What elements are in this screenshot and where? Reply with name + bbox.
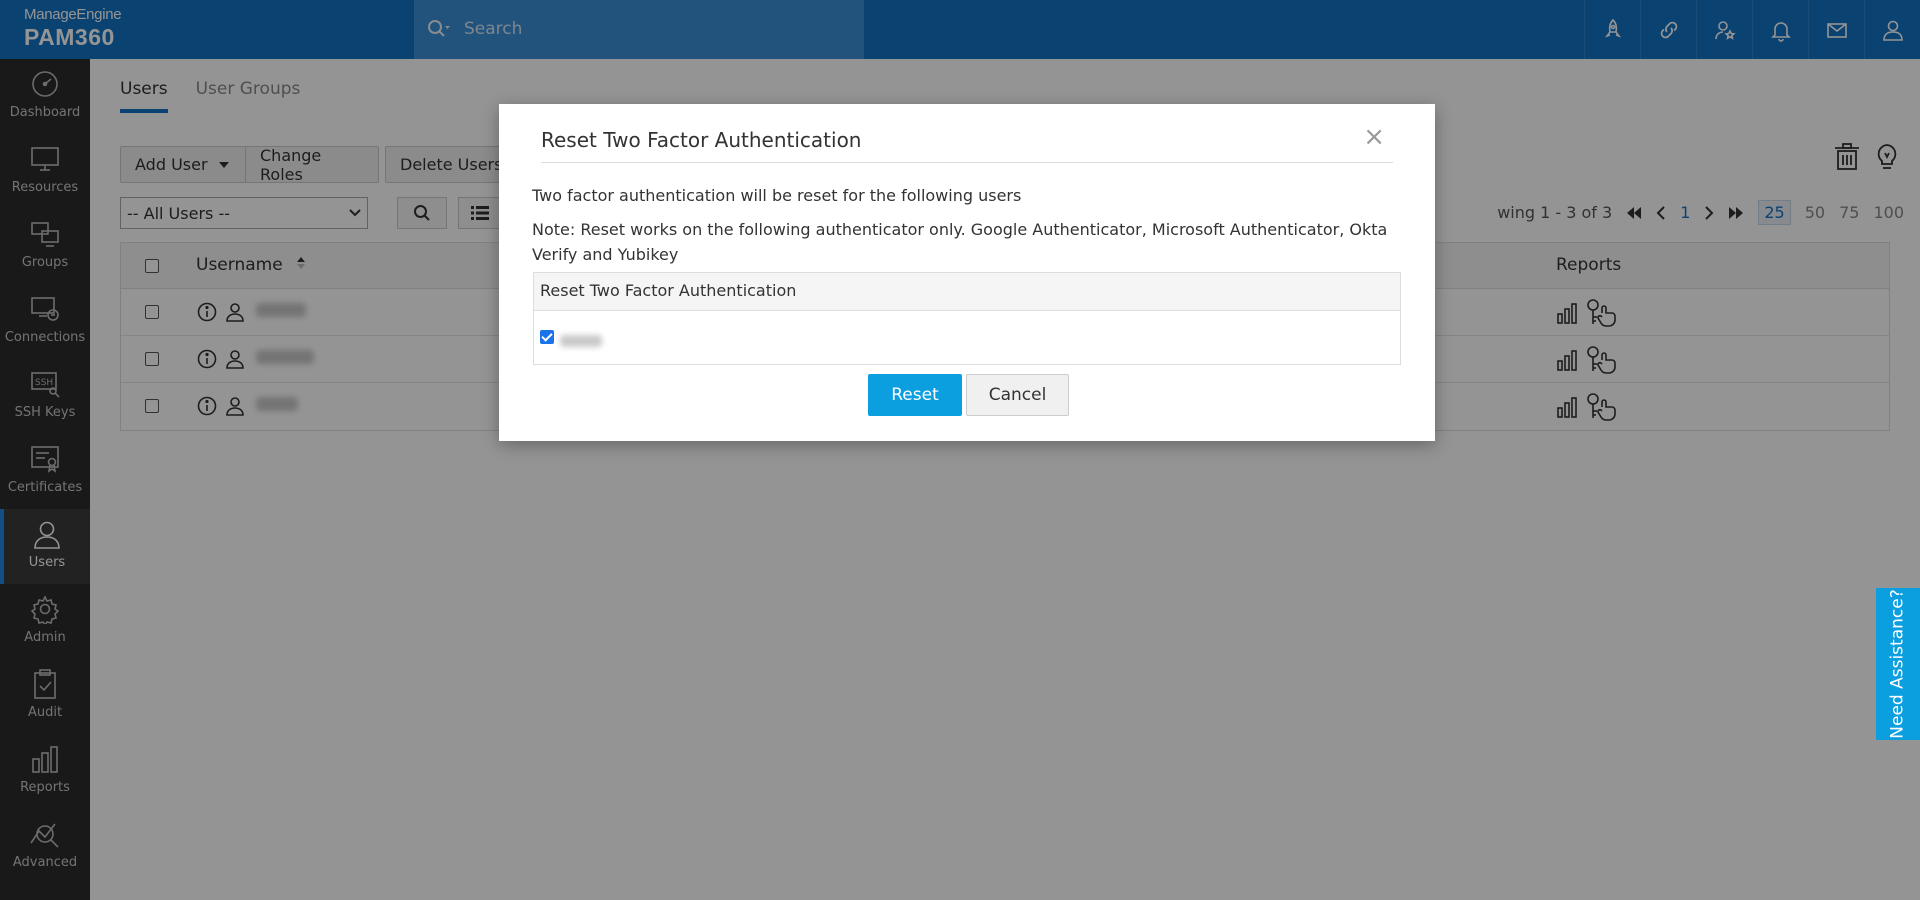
dialog-title: Reset Two Factor Authentication (541, 128, 862, 152)
user-checkbox[interactable] (540, 330, 554, 344)
reset-button[interactable]: Reset (868, 374, 962, 416)
cancel-button[interactable]: Cancel (966, 374, 1069, 416)
reset-2fa-dialog: Reset Two Factor Authentication × Two fa… (499, 104, 1435, 441)
title-divider (541, 162, 1393, 163)
need-assistance-label: Need Assistance? (1888, 589, 1909, 739)
list-item (534, 311, 1400, 364)
dialog-note: Note: Reset works on the following authe… (532, 220, 1388, 264)
selected-users-table: Reset Two Factor Authentication (533, 272, 1401, 365)
need-assistance-tab[interactable]: Need Assistance? (1876, 588, 1920, 740)
dialog-message: Two factor authentication will be reset … (532, 186, 1022, 205)
blurred-username (560, 335, 602, 347)
selected-users-header: Reset Two Factor Authentication (534, 273, 1400, 311)
close-icon[interactable]: × (1363, 124, 1385, 150)
